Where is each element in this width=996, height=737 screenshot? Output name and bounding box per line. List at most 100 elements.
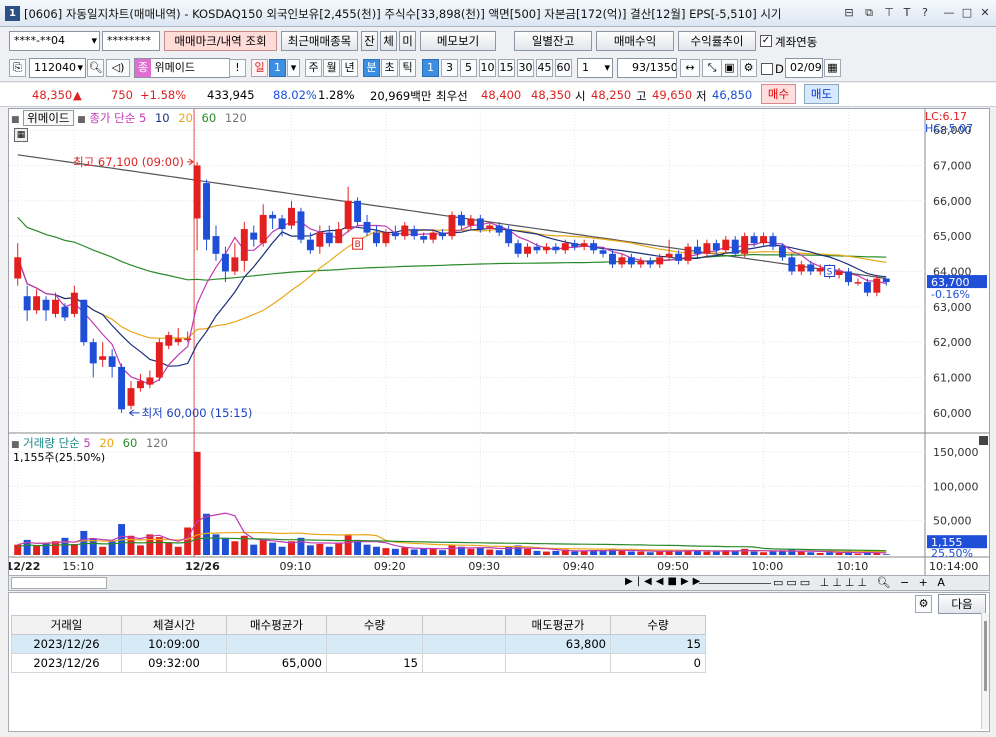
- volume-bar: [70, 544, 78, 555]
- price-tick-label: 62,000: [933, 336, 972, 349]
- time-tick-label: 10:14:00: [929, 560, 978, 573]
- date-input[interactable]: 02/09: [785, 58, 823, 78]
- date-label: D: [775, 62, 784, 76]
- date-checkbox[interactable]: [761, 63, 773, 75]
- price-tick-label: 65,000: [933, 230, 972, 243]
- sound-icon[interactable]: ◁): [106, 59, 130, 77]
- candle-body: [14, 257, 22, 279]
- chevron-down-icon[interactable]: ▾: [287, 59, 300, 77]
- volume-bar: [420, 548, 428, 555]
- period-second-button[interactable]: 초: [381, 59, 398, 77]
- interval-1-button[interactable]: 1: [422, 59, 439, 77]
- stock-search-icon[interactable]: ⎘: [9, 59, 26, 77]
- gear-icon[interactable]: ⚙: [740, 59, 757, 77]
- price-tick-label: 66,000: [933, 195, 972, 208]
- playback-controls[interactable]: ▶|◀◀■▶▶: [625, 576, 704, 587]
- help-icon[interactable]: ?: [918, 5, 932, 20]
- chevron-down-icon: ▾: [604, 61, 610, 74]
- account-select[interactable]: ****-**04 ▾: [9, 31, 100, 51]
- candle-body: [797, 264, 805, 272]
- candle-body: [722, 239, 730, 251]
- candle-body: [382, 232, 390, 244]
- scroll-thumb[interactable]: [11, 577, 107, 589]
- gear-icon[interactable]: ⚙: [915, 595, 932, 613]
- volume-bar: [373, 546, 380, 555]
- trade-profit-button[interactable]: 매매수익: [596, 31, 674, 51]
- window-split-icon[interactable]: ⧉: [862, 5, 876, 20]
- font-icon[interactable]: T: [900, 5, 914, 20]
- daily-balance-button[interactable]: 일별잔고: [514, 31, 592, 51]
- candle-body: [807, 264, 815, 272]
- vma5-label: 5: [83, 436, 91, 450]
- executions-button[interactable]: 체: [380, 31, 397, 51]
- interval-15-button[interactable]: 15: [498, 59, 515, 77]
- candle-body: [741, 236, 749, 254]
- table-row[interactable]: 2023/12/26 09:32:00 65,000 15 0: [11, 653, 706, 673]
- unfilled-button[interactable]: 미: [399, 31, 416, 51]
- period-week-button[interactable]: 주: [305, 59, 322, 77]
- panel-scrollbar[interactable]: [981, 613, 989, 729]
- minimize-icon[interactable]: —: [942, 5, 956, 20]
- expand-icon[interactable]: ⤡: [702, 59, 722, 77]
- blank-cell: [422, 653, 506, 673]
- blank-cell: [422, 634, 506, 654]
- volume-bar: [250, 544, 258, 555]
- table-icon[interactable]: ▦: [14, 128, 28, 142]
- price-volume-chart[interactable]: 68,00067,00066,00065,00064,00063,00062,0…: [9, 109, 989, 575]
- panel-close-icon[interactable]: [979, 436, 988, 445]
- period-month-button[interactable]: 월: [323, 59, 340, 77]
- period-tick-button[interactable]: 틱: [399, 59, 416, 77]
- candle-body: [420, 236, 428, 240]
- candle-body: [231, 257, 239, 272]
- candle-body: [363, 221, 371, 233]
- balance-button[interactable]: 잔: [361, 31, 378, 51]
- recent-trades-button[interactable]: 최근매매종목: [281, 31, 358, 51]
- close-icon[interactable]: ✕: [978, 5, 992, 20]
- compress-icon[interactable]: ↔: [680, 59, 700, 77]
- memo-button[interactable]: 메모보기: [420, 31, 496, 51]
- interval-3-button[interactable]: 3: [441, 59, 458, 77]
- calendar-icon[interactable]: ▦: [824, 59, 841, 77]
- volume-bar: [476, 547, 484, 555]
- maximize-icon[interactable]: □: [960, 5, 974, 20]
- volume-bar: [571, 551, 579, 555]
- restore-icon[interactable]: ⊟: [842, 5, 856, 20]
- password-field[interactable]: ********: [102, 31, 160, 51]
- alert-icon[interactable]: !: [229, 59, 246, 77]
- min-price-label: 최저 60,000 (15:15): [142, 406, 253, 420]
- period-year-button[interactable]: 년: [341, 59, 358, 77]
- zoom-slider[interactable]: [699, 583, 771, 584]
- stock-name-field[interactable]: 종 위메이드: [134, 58, 230, 78]
- period-day-button[interactable]: 일: [251, 59, 268, 77]
- trade-mark-query-button[interactable]: 매매마크/내역 조회: [164, 31, 277, 51]
- range-field[interactable]: 93/13500: [617, 58, 677, 78]
- return-trend-button[interactable]: 수익률추이: [678, 31, 756, 51]
- period-minute-button[interactable]: 분: [363, 59, 380, 77]
- chart-area[interactable]: 68,000 67,000 66,000 65,000 64,000 63,000 62,0…: [8, 108, 990, 576]
- pin-icon[interactable]: ⊤: [882, 5, 896, 20]
- volume-bar: [344, 534, 352, 555]
- account-link-checkbox[interactable]: ✓: [760, 35, 772, 47]
- stock-code-input[interactable]: 112040 ▾: [29, 58, 86, 78]
- col-blank: [422, 615, 506, 635]
- candle-body: [108, 356, 116, 367]
- search-icon[interactable]: 🔍︎: [87, 59, 104, 77]
- candle-body: [675, 253, 683, 261]
- zoom-tools[interactable]: ▭▭▭ ⊥⊥⊥⊥ 🔍︎ − + A: [773, 576, 948, 589]
- interval-10-button[interactable]: 10: [479, 59, 496, 77]
- interval-5-button[interactable]: 5: [460, 59, 477, 77]
- interval-30-button[interactable]: 30: [517, 59, 534, 77]
- next-button[interactable]: 다음: [938, 594, 986, 614]
- chart-scroll-bar[interactable]: ▶|◀◀■▶▶ ▭▭▭ ⊥⊥⊥⊥ 🔍︎ − + A: [8, 575, 990, 591]
- volume-bar: [335, 542, 343, 555]
- range-total: /13500: [646, 61, 676, 74]
- count-select[interactable]: 1 ▾: [577, 58, 613, 78]
- interval-45-button[interactable]: 45: [536, 59, 553, 77]
- sell-button[interactable]: 매도: [804, 84, 839, 104]
- period-value[interactable]: 1: [269, 59, 286, 77]
- save-icon[interactable]: ▣: [721, 59, 738, 77]
- table-row[interactable]: 2023/12/26 10:09:00 63,800 15: [11, 634, 706, 654]
- buy-button[interactable]: 매수: [761, 84, 796, 104]
- stock-tag[interactable]: 위메이드: [23, 110, 74, 126]
- interval-60-button[interactable]: 60: [555, 59, 572, 77]
